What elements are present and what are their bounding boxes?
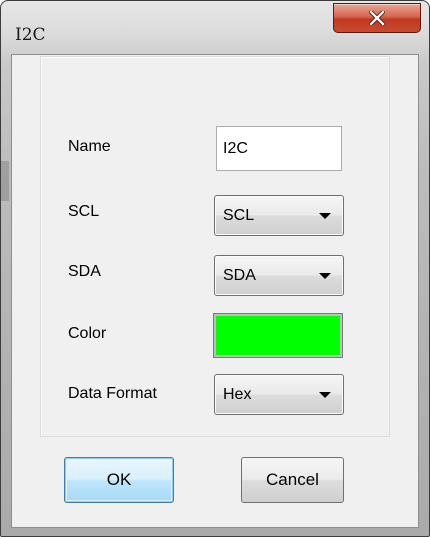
sda-select[interactable]: SDA [214,255,344,296]
chevron-down-icon [319,392,331,398]
data-format-select-value: Hex [223,386,252,403]
close-button[interactable] [333,3,421,33]
color-swatch[interactable] [213,313,343,358]
scl-label: SCL [68,203,100,220]
chevron-down-icon [319,213,331,219]
cancel-button[interactable]: Cancel [241,457,344,503]
chevron-down-icon [319,273,331,279]
sda-select-value: SDA [223,267,256,284]
title-bar[interactable]: I2C [1,1,429,53]
scl-select[interactable]: SCL [214,195,344,236]
scl-select-value: SCL [223,207,255,224]
window-title: I2C [15,25,46,45]
name-field[interactable] [216,126,342,171]
ok-button-label: OK [106,470,132,489]
data-format-label: Data Format [68,385,157,402]
sda-label: SDA [68,263,101,280]
close-x-icon [369,11,385,25]
name-label: Name [68,138,111,155]
ok-button[interactable]: OK [64,457,174,503]
data-format-select[interactable]: Hex [214,374,344,415]
cancel-button-label: Cancel [266,470,319,489]
color-label: Color [68,325,107,342]
